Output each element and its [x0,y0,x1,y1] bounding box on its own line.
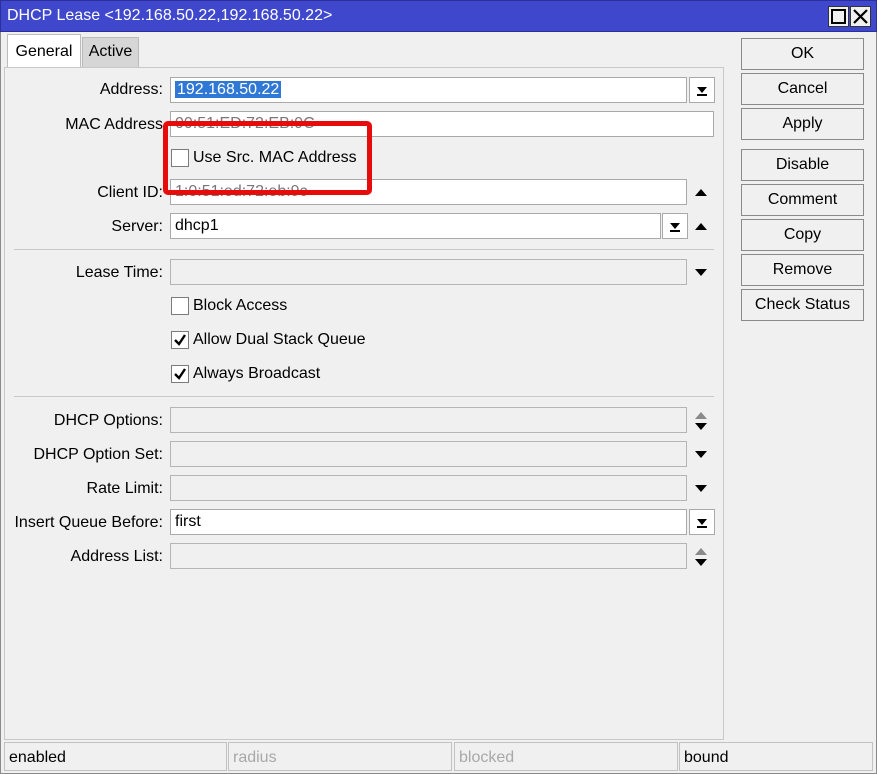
close-icon [853,9,868,24]
client-id-label: Client ID: [97,184,163,201]
status-blocked: blocked [454,742,678,771]
address-dropdown-button[interactable] [689,77,715,103]
disable-button[interactable]: Disable [741,149,864,181]
title-bar: DHCP Lease <192.168.50.22,192.168.50.22> [0,0,877,32]
insert-queue-before-value: first [175,513,201,530]
check-status-button[interactable]: Check Status [741,289,864,321]
dropdown-icon [670,223,680,232]
status-radius: radius [228,742,452,771]
tab-active[interactable]: Active [82,37,139,67]
always-broadcast-label: Always Broadcast [193,365,321,382]
dhcp-options-updown-icon[interactable] [692,410,710,432]
lease-time-label: Lease Time: [75,264,163,281]
status-bar: enabled radius blocked bound [4,742,873,772]
rate-limit-expand-icon[interactable] [692,479,710,497]
maximize-icon [831,9,846,24]
checkmark-icon [174,368,186,380]
remove-button[interactable]: Remove [741,254,864,286]
status-bound: bound [679,742,873,771]
window-title: DHCP Lease <192.168.50.22,192.168.50.22> [7,7,333,24]
insert-queue-before-label: Insert Queue Before: [14,514,163,531]
mac-address-label: MAC Address [65,116,163,133]
allow-dual-stack-queue-checkbox[interactable] [171,331,189,349]
block-access-checkbox[interactable] [171,297,189,315]
insert-queue-before-dropdown-button[interactable] [689,509,715,535]
close-button[interactable] [850,6,871,27]
highlight-annotation [163,121,372,195]
lease-time-field[interactable] [170,259,687,285]
address-list-updown-icon[interactable] [692,546,710,568]
dhcp-option-set-expand-icon[interactable] [692,445,710,463]
insert-queue-before-field[interactable]: first [170,509,687,535]
checkmark-icon [174,334,186,346]
dropdown-icon [697,519,707,528]
tab-general[interactable]: General [7,34,81,68]
address-label: Address: [99,81,163,98]
apply-button[interactable]: Apply [741,108,864,140]
rate-limit-field[interactable] [170,475,687,501]
dropdown-icon [697,87,707,96]
address-list-label: Address List: [70,548,163,565]
client-id-collapse-icon[interactable] [692,184,710,202]
dhcp-options-field[interactable] [170,407,687,433]
address-field[interactable]: 192.168.50.22 [170,77,687,103]
allow-dual-stack-queue-label: Allow Dual Stack Queue [193,331,366,348]
lease-time-expand-icon[interactable] [692,263,710,281]
rate-limit-label: Rate Limit: [86,480,163,497]
server-collapse-icon[interactable] [692,218,710,236]
comment-button[interactable]: Comment [741,184,864,216]
ok-button[interactable]: OK [741,38,864,70]
address-list-field[interactable] [170,543,687,569]
server-label: Server: [111,218,163,235]
server-field[interactable]: dhcp1 [170,213,661,239]
dhcp-option-set-field[interactable] [170,441,687,467]
cancel-button[interactable]: Cancel [741,73,864,105]
separator [14,396,714,397]
status-enabled: enabled [4,742,227,771]
server-value: dhcp1 [175,217,219,234]
separator [14,249,714,250]
tab-general-label: General [15,43,73,60]
dhcp-option-set-label: DHCP Option Set: [33,446,163,463]
block-access-label: Block Access [193,297,288,314]
copy-button[interactable]: Copy [741,219,864,251]
tab-active-label: Active [88,43,133,60]
address-value: 192.168.50.22 [175,81,282,98]
maximize-button[interactable] [828,6,849,27]
server-dropdown-button[interactable] [662,213,688,239]
dhcp-options-label: DHCP Options: [53,412,163,429]
always-broadcast-checkbox[interactable] [171,365,189,383]
